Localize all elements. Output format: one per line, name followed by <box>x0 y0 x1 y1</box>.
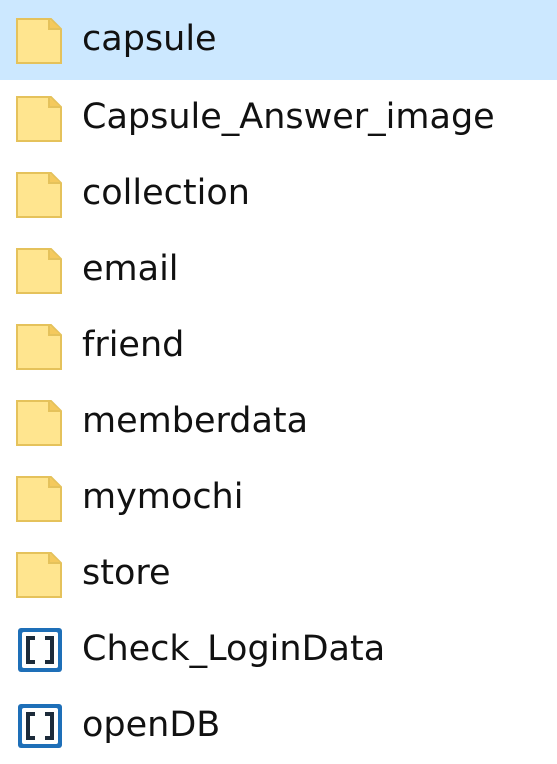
folder-icon <box>15 549 65 599</box>
item-label: collection <box>82 172 250 213</box>
item-label: memberdata <box>82 400 309 441</box>
list-item-email[interactable]: email <box>0 232 557 308</box>
list-item-friend[interactable]: friend <box>0 308 557 384</box>
file-list: capsule Capsule_Answer_image collection … <box>0 0 557 748</box>
folder-icon <box>15 397 65 447</box>
item-label: Capsule_Answer_image <box>82 96 495 137</box>
list-item-collection[interactable]: collection <box>0 156 557 232</box>
item-label: openDB <box>82 704 221 745</box>
item-label: store <box>82 552 171 593</box>
folder-icon <box>15 321 65 371</box>
list-item-mymochi[interactable]: mymochi <box>0 460 557 536</box>
list-item-check-logindata[interactable]: Check_LoginData <box>0 612 557 688</box>
list-item-memberdata[interactable]: memberdata <box>0 384 557 460</box>
list-item-capsule[interactable]: capsule <box>0 0 557 80</box>
item-label: friend <box>82 324 185 365</box>
folder-icon <box>15 169 65 219</box>
script-file-icon <box>15 625 65 675</box>
item-label: Check_LoginData <box>82 628 386 669</box>
folder-icon <box>15 93 65 143</box>
folder-icon <box>15 473 65 523</box>
list-item-store[interactable]: store <box>0 536 557 612</box>
folder-icon <box>15 15 65 65</box>
list-item-capsule-answer-image[interactable]: Capsule_Answer_image <box>0 80 557 156</box>
folder-icon <box>15 245 65 295</box>
list-item-opendb[interactable]: openDB <box>0 688 557 764</box>
item-label: capsule <box>82 18 217 59</box>
item-label: mymochi <box>82 476 244 517</box>
script-file-icon <box>15 701 65 751</box>
item-label: email <box>82 248 179 289</box>
